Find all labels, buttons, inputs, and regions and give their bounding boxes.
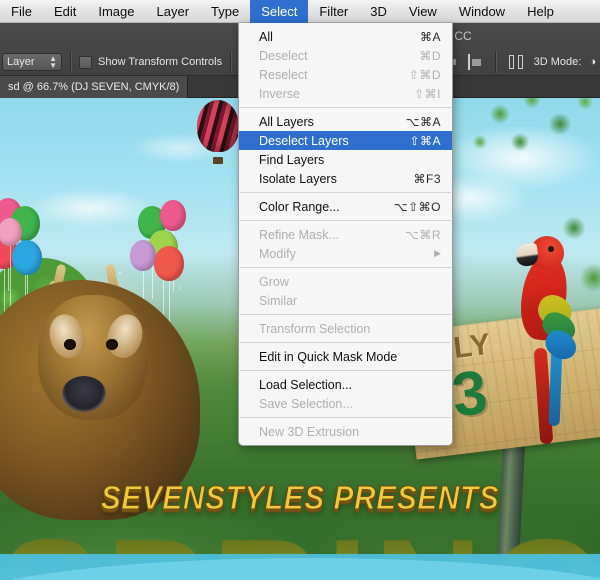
menu-item-label: Similar: [259, 293, 298, 308]
menubar-item-layer[interactable]: Layer: [146, 0, 201, 23]
menu-item-label: Reselect: [259, 67, 308, 82]
three-d-mode-label: 3D Mode:: [533, 56, 582, 68]
menu-item-deselect-layers[interactable]: Deselect Layers ⇧⌘A: [239, 131, 452, 150]
menubar-item-window[interactable]: Window: [448, 0, 516, 23]
menu-item-load-selection[interactable]: Load Selection...: [239, 375, 452, 394]
menu-separator: [240, 370, 451, 371]
menu-item-label: Color Range...: [259, 199, 340, 214]
menubar-item-label: Help: [527, 3, 554, 19]
menubar-item-label: File: [11, 3, 32, 19]
menubar-item-3d[interactable]: 3D: [359, 0, 398, 23]
menu-item-shortcut: ⇧⌘D: [408, 67, 441, 82]
menu-separator: [240, 192, 451, 193]
document-tab[interactable]: sd @ 66.7% (DJ SEVEN, CMYK/8): [0, 76, 189, 98]
menu-item-transform-selection: Transform Selection: [239, 319, 452, 338]
photoshop-window: JULY 23 SEVENSTYLES PRESENTS SPRING tosh…: [0, 0, 600, 580]
menubar-item-file[interactable]: File: [0, 0, 43, 23]
chevron-updown-icon: ▲ ▼: [49, 54, 57, 70]
menu-item-reselect: Reselect ⇧⌘D: [239, 65, 452, 84]
menu-item-shortcut: ⌥⌘R: [405, 227, 441, 242]
menu-item-label: New 3D Extrusion: [259, 424, 360, 439]
menu-item-label: Modify: [259, 246, 296, 261]
show-transform-controls-checkbox[interactable]: [79, 55, 92, 69]
menu-item-all-layers[interactable]: All Layers ⌥⌘A: [239, 112, 452, 131]
menubar-item-label: View: [408, 3, 437, 19]
menubar-item-label: Layer: [156, 3, 190, 19]
menu-item-isolate-layers[interactable]: Isolate Layers ⌘F3: [239, 169, 452, 188]
submenu-arrow-icon: ▶: [434, 248, 441, 258]
menu-item-label: All Layers: [259, 114, 314, 129]
menu-item-find-layers[interactable]: Find Layers: [239, 150, 452, 169]
menubar-item-label: Type: [211, 3, 240, 19]
menu-item-edit-in-quick-mask-mode[interactable]: Edit in Quick Mask Mode: [239, 347, 452, 366]
show-transform-controls-label: Show Transform Controls: [98, 56, 223, 68]
menu-item-modify: Modify ▶: [239, 244, 452, 263]
menu-item-shortcut: ⇧⌘I: [414, 86, 441, 101]
menu-item-label: Load Selection...: [259, 377, 353, 392]
menu-item-label: Deselect: [259, 48, 308, 63]
menubar-item-label: Select: [261, 3, 298, 19]
menu-item-new-3d-extrusion: New 3D Extrusion: [239, 422, 452, 441]
menubar-item-label: Filter: [319, 3, 349, 19]
menu-item-label: Refine Mask...: [259, 227, 339, 242]
menu-item-deselect: Deselect ⌘D: [239, 46, 452, 65]
menu-item-shortcut: ⌘D: [419, 48, 441, 63]
menubar-item-label: Image: [98, 3, 135, 19]
parrot: [512, 236, 582, 446]
canvas-headline: SEVENSTYLES PRESENTS: [100, 479, 500, 517]
auto-select-target-value: Layer: [7, 56, 35, 68]
divider: [70, 51, 71, 73]
select-menu-dropdown[interactable]: All ⌘A Deselect ⌘D Reselect ⇧⌘D Inverse ⇧⌘I All …: [238, 23, 453, 446]
menubar-item-label: Window: [458, 3, 506, 19]
menu-item-shortcut: ⌥⇧⌘O: [393, 199, 441, 214]
menu-item-inverse: Inverse ⇧⌘I: [239, 84, 452, 103]
menu-separator: [240, 267, 451, 268]
menu-separator: [240, 220, 451, 221]
hot-air-balloon: [197, 100, 239, 164]
menu-item-label: Find Layers: [259, 152, 325, 167]
menubar-item-filter[interactable]: Filter: [308, 0, 359, 23]
tree-right-top: [460, 88, 600, 194]
menu-item-shortcut: ⌘F3: [413, 171, 441, 186]
menu-separator: [240, 107, 451, 108]
menu-item-label: All: [259, 29, 273, 44]
menu-item-label: Deselect Layers: [259, 133, 349, 148]
menu-item-color-range[interactable]: Color Range... ⌥⇧⌘O: [239, 197, 452, 216]
menubar-item-view[interactable]: View: [398, 0, 448, 23]
menu-item-label: Transform Selection: [259, 321, 371, 336]
menu-separator: [240, 417, 451, 418]
menubar-item-label: Edit: [53, 3, 77, 19]
menu-item-label: Inverse: [259, 86, 300, 101]
auto-select-target-dropdown[interactable]: Layer ▲ ▼: [2, 53, 62, 71]
menu-item-shortcut: ⌘A: [419, 29, 441, 44]
document-tab-title: sd @ 66.7% (DJ SEVEN, CMYK/8): [8, 81, 180, 93]
distribute-icon[interactable]: [508, 54, 524, 70]
menu-bar: File Edit Image Layer Type Select Filter 3D View…: [0, 0, 600, 23]
menu-item-shortcut: ⇧⌘A: [409, 133, 441, 148]
menu-item-label: Save Selection...: [259, 396, 353, 411]
align-bottom-edges-icon[interactable]: [467, 54, 483, 70]
three-d-mode-icon[interactable]: ◑: [589, 56, 596, 68]
menu-separator: [240, 342, 451, 343]
menubar-item-label: 3D: [370, 3, 387, 19]
menubar-item-select[interactable]: Select: [250, 0, 309, 23]
divider: [494, 51, 496, 73]
water-band: [0, 554, 600, 580]
menu-separator: [240, 314, 451, 315]
menu-item-save-selection: Save Selection...: [239, 394, 452, 413]
menu-item-refine-mask: Refine Mask... ⌥⌘R: [239, 225, 452, 244]
menu-item-label: Isolate Layers: [259, 171, 337, 186]
menubar-item-help[interactable]: Help: [516, 0, 565, 23]
menu-item-all[interactable]: All ⌘A: [239, 27, 452, 46]
menu-item-label: Edit in Quick Mask Mode: [259, 349, 398, 364]
divider: [230, 51, 232, 73]
menu-item-grow: Grow: [239, 272, 452, 291]
menubar-item-edit[interactable]: Edit: [43, 0, 87, 23]
menubar-item-type[interactable]: Type: [200, 0, 250, 23]
menu-item-shortcut: ⌥⌘A: [405, 114, 441, 129]
menubar-item-image[interactable]: Image: [87, 0, 145, 23]
menu-item-similar: Similar: [239, 291, 452, 310]
menu-item-label: Grow: [259, 274, 289, 289]
